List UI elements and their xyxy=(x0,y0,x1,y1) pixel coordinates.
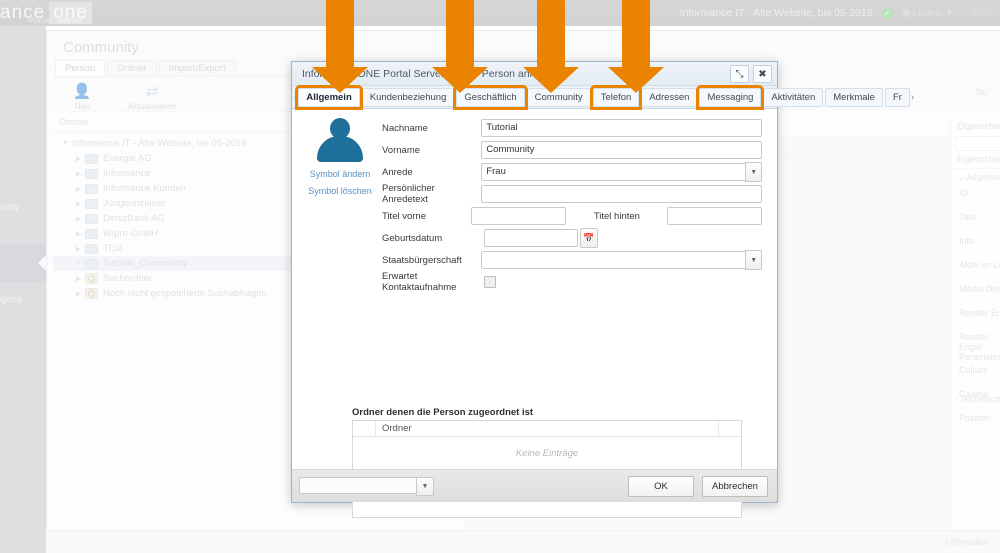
vorname-input[interactable]: Community xyxy=(481,141,762,159)
close-icon[interactable]: ✖ xyxy=(753,65,772,83)
arrow-head xyxy=(432,67,488,93)
dialog-tab-messaging[interactable]: Messaging xyxy=(696,84,765,110)
staatsbuergerschaft-select-value[interactable] xyxy=(481,251,746,269)
dialog-tab-merkmale[interactable]: Merkmale xyxy=(825,87,883,107)
vorname-label: Vorname xyxy=(382,144,421,156)
anredetext-input[interactable] xyxy=(481,185,762,203)
geburtsdatum-input[interactable] xyxy=(484,229,578,247)
field-row-titel: Titel vorne Titel hinten xyxy=(382,205,762,227)
titel-vorne-label: Titel vorne xyxy=(382,210,426,222)
folder-grid-header-spacer xyxy=(353,421,376,436)
symbol-change-link[interactable]: Symbol ändern xyxy=(306,169,374,179)
maximize-icon[interactable]: ⤡ xyxy=(730,65,749,83)
dialog-window-buttons: ⤡ ✖ xyxy=(730,65,772,83)
tab-scroll-next-icon[interactable]: › xyxy=(911,92,914,103)
field-row-nachname: Nachname Tutorial xyxy=(382,117,762,139)
folder-grid-empty-text: Keine Einträge xyxy=(515,448,579,459)
dialog-tabs: Allgemein Kundenbeziehung Geschäftlich Comm… xyxy=(295,84,911,110)
folder-grid-header: Ordner xyxy=(353,421,741,437)
arrow-shaft xyxy=(622,0,650,67)
dialog-action-buttons: OK Abbrechen xyxy=(628,476,768,497)
arrow-head xyxy=(312,67,368,93)
anrede-label: Anrede xyxy=(382,166,413,178)
anrede-dropdown-icon[interactable]: ▼ xyxy=(745,162,763,182)
kontaktaufnahme-checkbox[interactable] xyxy=(484,276,496,288)
avatar-body xyxy=(317,136,363,162)
dialog-tab-fr[interactable]: Fr xyxy=(884,87,910,107)
field-row-vorname: Vorname Community xyxy=(382,139,762,161)
arrow-to-allgemein xyxy=(312,0,368,93)
field-row-anrede: Anrede Frau ▼ xyxy=(382,161,763,183)
screenshot-root: ance one Portal Server Informance IT - A… xyxy=(0,0,1000,553)
symbol-delete-link[interactable]: Symbol löschen xyxy=(306,186,374,196)
field-row-kontaktaufnahme: Erwartet Kontaktaufnahme xyxy=(382,271,762,293)
anredetext-label: Persönlicher Anredetext xyxy=(382,183,435,205)
arrow-to-geschaeftlich xyxy=(432,0,488,93)
person-avatar-icon xyxy=(317,118,363,162)
arrow-shaft xyxy=(537,0,565,67)
titel-vorne-input[interactable] xyxy=(470,207,566,225)
arrow-to-telefon xyxy=(523,0,579,93)
field-row-geburtsdatum: Geburtsdatum 📅 xyxy=(382,227,762,249)
staatsbuergerschaft-dropdown-icon[interactable]: ▼ xyxy=(745,250,763,270)
arrow-head xyxy=(608,67,664,93)
field-row-staatsbuergerschaft: Staatsbürgerschaft ▼ xyxy=(382,249,763,271)
new-person-dialog: Informance ONE Portal Server - Neue Pers… xyxy=(291,61,914,518)
folder-grid-label: Ordner denen die Person zugeordnet ist xyxy=(352,407,534,418)
staatsbuergerschaft-label: Staatsbürgerschaft xyxy=(382,254,462,266)
titel-hinten-input[interactable] xyxy=(666,207,762,225)
nachname-label: Nachname xyxy=(382,122,428,134)
arrow-to-messaging xyxy=(608,0,664,93)
avatar-column: Symbol ändern Symbol löschen xyxy=(306,118,374,196)
footer-select-input[interactable] xyxy=(299,477,416,494)
folder-grid-column-ordner[interactable]: Ordner xyxy=(376,421,718,436)
arrow-shaft xyxy=(446,0,474,67)
footer-select-dropdown-icon[interactable]: ▼ xyxy=(416,477,434,496)
dialog-footer: ▼ OK Abbrechen xyxy=(292,469,777,502)
kontaktaufnahme-label: Erwartet Kontaktaufnahme xyxy=(382,271,457,293)
geburtsdatum-label: Geburtsdatum xyxy=(382,232,443,244)
person-form: Nachname Tutorial Vorname Community Anre… xyxy=(382,117,763,293)
footer-select: ▼ xyxy=(299,477,434,496)
ok-button[interactable]: OK xyxy=(628,476,694,497)
titel-hinten-label: Titel hinten xyxy=(593,210,640,222)
folder-grid-header-actions[interactable] xyxy=(718,421,741,436)
dialog-tab-aktivit-ten[interactable]: Aktivitäten xyxy=(763,87,824,107)
anrede-select-value[interactable]: Frau xyxy=(481,163,746,181)
dialog-body: Symbol ändern Symbol löschen Nachname Tu… xyxy=(292,109,777,518)
arrow-shaft xyxy=(326,0,354,67)
arrow-head xyxy=(523,67,579,93)
calendar-icon[interactable]: 📅 xyxy=(580,228,598,248)
nachname-input[interactable]: Tutorial xyxy=(481,119,762,137)
cancel-button[interactable]: Abbrechen xyxy=(702,476,768,497)
field-row-anredetext: Persönlicher Anredetext xyxy=(382,183,762,205)
